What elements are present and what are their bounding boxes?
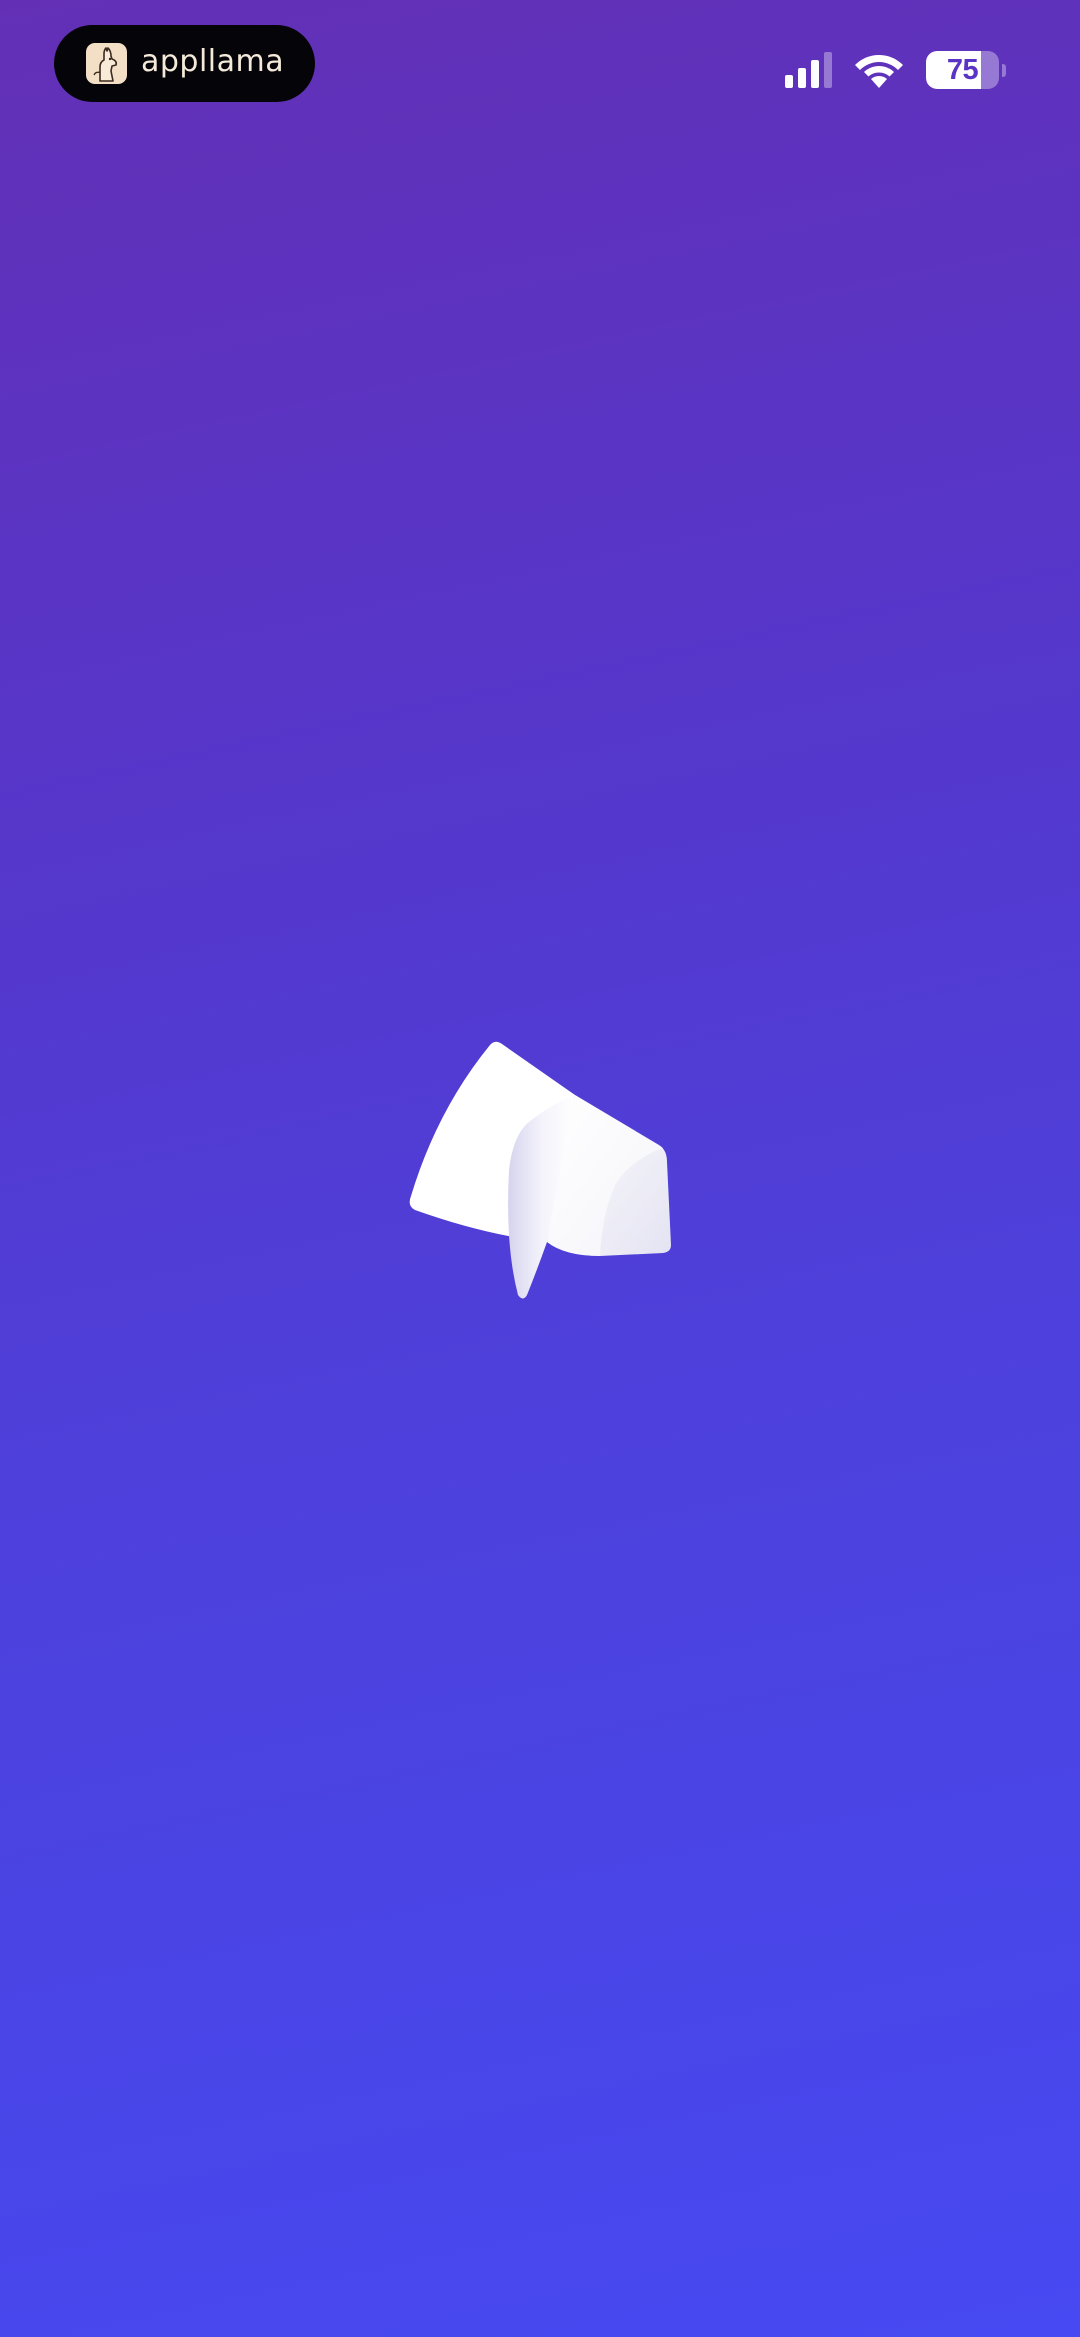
- battery-icon: 75: [926, 51, 999, 89]
- signal-bar: [824, 52, 832, 88]
- app-indicator-pill[interactable]: appllama: [54, 25, 315, 102]
- signal-bar: [785, 75, 793, 88]
- signal-bar: [798, 68, 806, 88]
- app-logo-icon: [409, 1041, 671, 1299]
- cellular-signal-icon: [785, 52, 832, 88]
- llama-icon: [86, 43, 127, 84]
- battery-tip: [1002, 63, 1006, 77]
- wifi-icon: [855, 55, 903, 88]
- app-name-label: appllama: [141, 44, 285, 79]
- system-status-icons: 75: [785, 48, 1006, 92]
- battery-percent: 75: [946, 53, 979, 86]
- status-bar: appllama 75: [0, 0, 1080, 130]
- signal-bar: [811, 60, 819, 88]
